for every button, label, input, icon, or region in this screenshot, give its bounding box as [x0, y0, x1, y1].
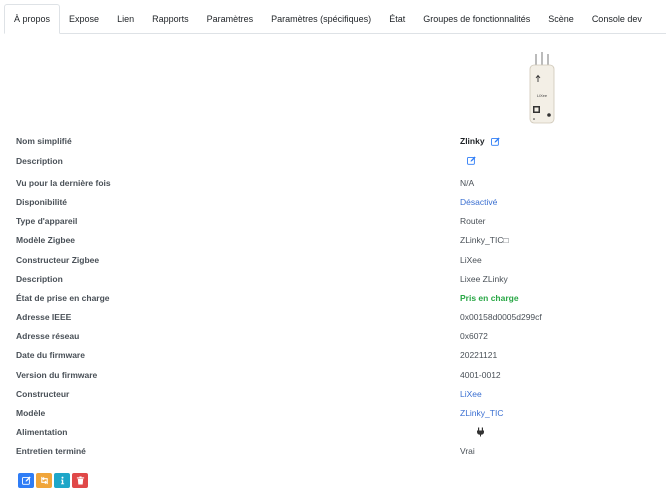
firmware-version-value: 4001-0012	[460, 370, 501, 380]
support-status-label: État de prise en charge	[16, 293, 110, 303]
row-zigbee-manufacturer: Constructeur Zigbee LiXee	[16, 255, 656, 269]
row-firmware-date: Date du firmware 20221121	[16, 350, 656, 364]
availability-label: Disponibilité	[16, 197, 67, 207]
row-manufacturer: Constructeur LiXee	[16, 389, 656, 403]
support-status-value: Pris en charge	[460, 293, 519, 303]
plug-icon	[477, 427, 484, 437]
power-source-value	[476, 427, 485, 437]
power-source-label: Alimentation	[16, 427, 68, 437]
ieee-address-value: 0x00158d0005d299cf	[460, 312, 542, 322]
description-value	[467, 156, 476, 165]
tab-about[interactable]: À propos	[4, 4, 61, 34]
model-label: Modèle	[16, 408, 46, 418]
maintenance-label: Entretien terminé	[16, 446, 86, 456]
tab-state[interactable]: État	[380, 4, 414, 33]
edit-icon[interactable]	[467, 156, 476, 165]
row-last-seen: Vu pour la dernière fois N/A	[16, 178, 656, 192]
delete-button[interactable]	[72, 473, 88, 488]
zigbee-model-label: Modèle Zigbee	[16, 235, 76, 245]
row-firmware-version: Version du firmware 4001-0012	[16, 370, 656, 384]
edit-button[interactable]	[18, 473, 34, 488]
zigbee-manufacturer-value: LiXee	[460, 255, 482, 265]
tab-link[interactable]: Lien	[108, 4, 143, 33]
row-description2: Description Lixee ZLinky	[16, 274, 656, 288]
tab-dev-console[interactable]: Console dev	[583, 4, 651, 33]
network-address-label: Adresse réseau	[16, 331, 80, 341]
row-device-type: Type d'appareil Router	[16, 216, 656, 230]
action-buttons	[18, 473, 88, 488]
interview-button[interactable]	[54, 473, 70, 488]
description2-value: Lixee ZLinky	[460, 274, 508, 284]
tab-reports[interactable]: Rapports	[143, 4, 198, 33]
tab-settings-specific[interactable]: Paramètres (spécifiques)	[262, 4, 380, 33]
network-address-value: 0x6072	[460, 331, 488, 341]
reconfigure-button[interactable]	[36, 473, 52, 488]
tab-expose[interactable]: Expose	[60, 4, 108, 33]
friendly-name-value: Zlinky	[460, 136, 500, 146]
trash-icon	[76, 476, 84, 485]
maintenance-value: Vrai	[460, 446, 475, 456]
edit-icon	[21, 476, 31, 485]
description2-label: Description	[16, 274, 63, 284]
zigbee-manufacturer-label: Constructeur Zigbee	[16, 255, 100, 265]
swap-icon	[40, 476, 48, 485]
firmware-date-value: 20221121	[460, 350, 498, 360]
row-description: Description	[16, 156, 656, 170]
tab-scene[interactable]: Scène	[539, 4, 583, 33]
ieee-address-label: Adresse IEEE	[16, 312, 72, 322]
description-label: Description	[16, 156, 63, 166]
last-seen-value: N/A	[460, 178, 475, 188]
row-maintenance: Entretien terminé Vrai	[16, 446, 656, 460]
row-zigbee-model: Modèle Zigbee ZLinky_TIC□	[16, 235, 656, 249]
row-availability: Disponibilité Désactivé	[16, 197, 656, 211]
row-power-source: Alimentation	[16, 427, 656, 441]
edit-icon[interactable]	[490, 137, 500, 146]
row-support-status: État de prise en charge Pris en charge	[16, 293, 656, 307]
device-type-value: Router	[460, 216, 486, 226]
friendly-name-label: Nom simplifié	[16, 136, 72, 146]
manufacturer-label: Constructeur	[16, 389, 70, 399]
model-link[interactable]: ZLinky_TIC	[460, 408, 503, 418]
row-ieee-address: Adresse IEEE 0x00158d0005d299cf	[16, 312, 656, 326]
device-brand-text: LiXee	[537, 93, 548, 98]
tab-feature-groups[interactable]: Groupes de fonctionnalités	[414, 4, 539, 33]
manufacturer-link[interactable]: LiXee	[460, 389, 482, 399]
tab-settings[interactable]: Paramètres	[198, 4, 263, 33]
friendly-name-text: Zlinky	[460, 136, 485, 146]
info-icon	[60, 476, 64, 485]
row-model: Modèle ZLinky_TIC	[16, 408, 656, 422]
availability-link[interactable]: Désactivé	[460, 197, 497, 207]
row-network-address: Adresse réseau 0x6072	[16, 331, 656, 345]
firmware-version-label: Version du firmware	[16, 370, 98, 380]
device-type-label: Type d'appareil	[16, 216, 78, 226]
zigbee-model-value: ZLinky_TIC□	[460, 235, 509, 245]
tab-bar: À propos Expose Lien Rapports Paramètres…	[4, 4, 666, 34]
last-seen-label: Vu pour la dernière fois	[16, 178, 111, 188]
zlinky-device-image: LiXee	[529, 52, 555, 124]
row-friendly-name: Nom simplifié Zlinky	[16, 136, 656, 150]
firmware-date-label: Date du firmware	[16, 350, 85, 360]
